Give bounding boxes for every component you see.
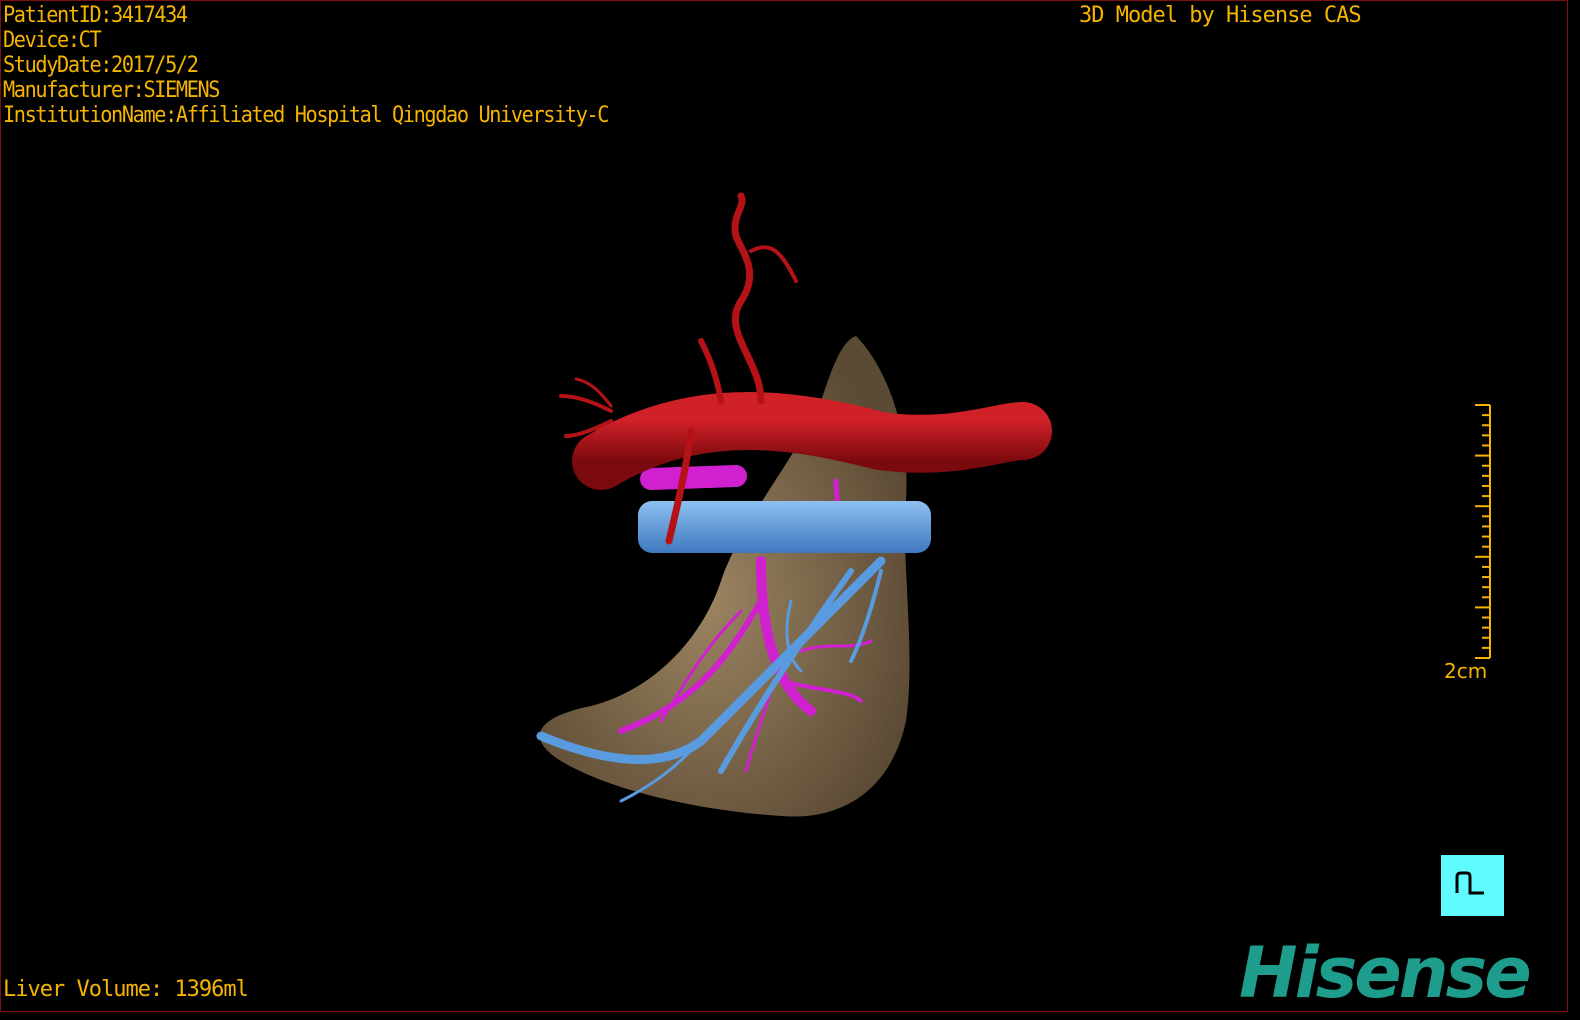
inferior-vena-cava [638,501,931,553]
patient-id: PatientID:3417434 [3,3,188,28]
orientation-marker[interactable] [1441,855,1504,916]
patient-info-overlay: PatientID:3417434 Device:CT StudyDate:2017… [3,3,609,128]
manufacturer: Manufacturer:SIEMENS [3,78,220,103]
liver-3d-model[interactable] [1,1,1567,1011]
model-credit: 3D Model by Hisense CAS [1079,3,1362,28]
scale-bar [1475,404,1491,659]
liver-volume: Liver Volume: 1396ml [3,977,249,1002]
device: Device:CT [3,28,102,53]
institution-name: InstitutionName:Affiliated Hospital Qing… [3,103,609,128]
scale-bar-label: 2cm [1444,659,1488,683]
hisense-logo: Hisense [1239,932,1532,1014]
study-date: StudyDate:2017/5/2 [3,53,199,78]
3d-viewport[interactable]: PatientID:3417434 Device:CT StudyDate:2017… [0,0,1568,1014]
patient-orientation-icon [1455,871,1484,895]
